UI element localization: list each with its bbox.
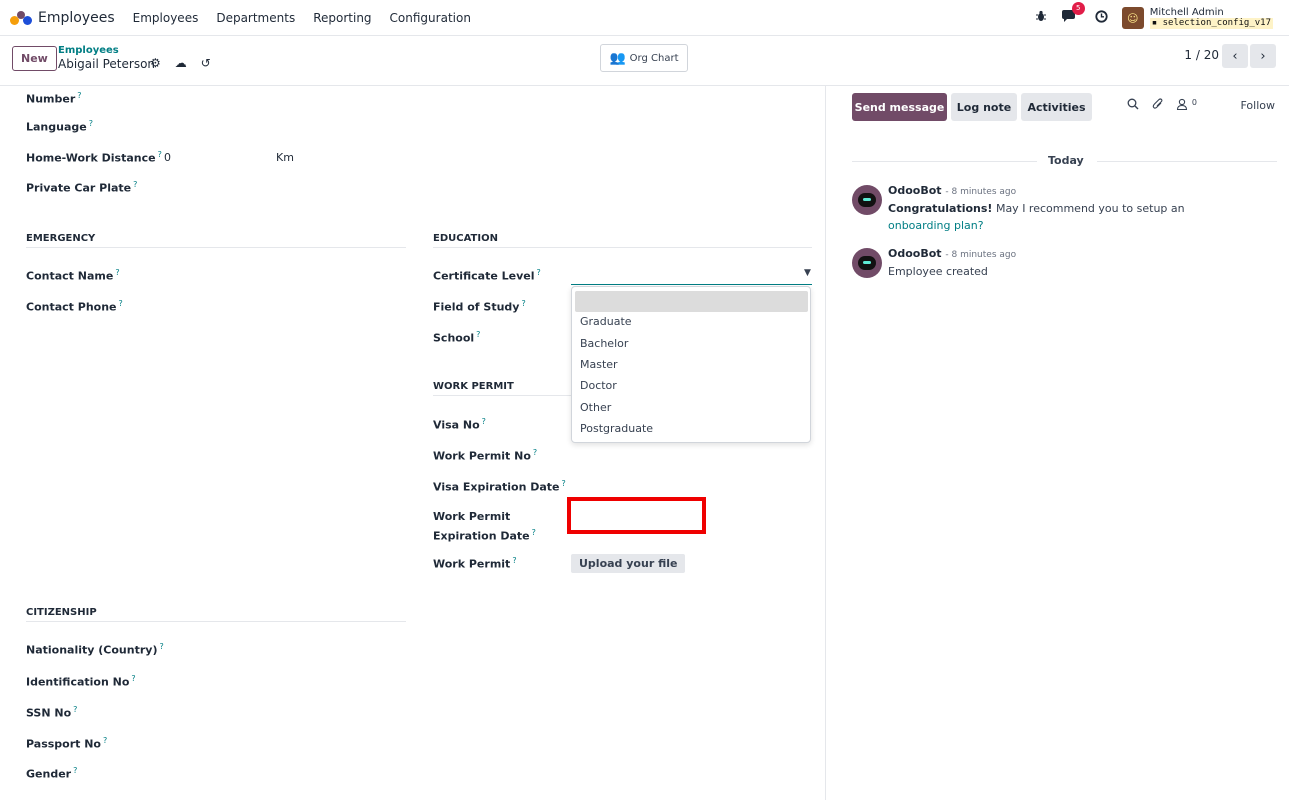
menu-reporting[interactable]: Reporting <box>313 11 371 25</box>
message-body: Congratulations! May I recommend you to … <box>888 202 1185 232</box>
message-time: - 8 minutes ago <box>945 187 1017 197</box>
message-count-badge: 5 <box>1071 1 1085 15</box>
highlight-box <box>567 497 706 534</box>
dropdown-option[interactable]: Master <box>580 358 618 371</box>
education-divider <box>433 247 812 248</box>
new-button[interactable]: New <box>12 46 57 71</box>
nationality-label: Nationality (Country)? <box>26 642 164 657</box>
message-author[interactable]: OdooBot - 8 minutes ago <box>888 184 1016 197</box>
org-chart-button[interactable]: 👥 Org Chart <box>600 44 688 72</box>
control-panel: New Employees Abigail Peterson ⚙ ☁ ↺ 👥 O… <box>0 36 1289 86</box>
bug-icon[interactable] <box>1035 10 1047 26</box>
identification-no-label: Identification No? <box>26 674 136 689</box>
gender-label: Gender? <box>26 766 78 781</box>
employee-form: Number? Language? Home-Work Distance? 0 … <box>0 86 826 800</box>
message-body: Employee created <box>888 265 988 278</box>
certificate-level-label: Certificate Level? <box>433 268 541 283</box>
dropdown-option-highlighted[interactable]: Postgraduate <box>580 422 653 435</box>
paperclip-icon[interactable] <box>1152 98 1164 113</box>
contact-phone-label: Contact Phone? <box>26 299 123 314</box>
follow-button[interactable]: Follow <box>1240 99 1275 112</box>
visa-expiration-date-label: Visa Expiration Date? <box>433 479 566 494</box>
today-separator: Today <box>1048 154 1084 167</box>
ssn-no-label: SSN No? <box>26 705 78 720</box>
dropdown-option-empty[interactable] <box>575 291 808 312</box>
work-permit-label: Work Permit? <box>433 556 517 571</box>
org-chart-label: Org Chart <box>629 52 679 64</box>
user-menu[interactable]: Mitchell Admin ▪ selection_config_v17 <box>1149 7 1273 29</box>
chevron-left-icon: ‹ <box>1232 48 1238 64</box>
user-name: Mitchell Admin <box>1149 7 1224 18</box>
employees-app-icon <box>10 10 32 26</box>
school-label: School? <box>433 330 481 345</box>
upload-file-button[interactable]: Upload your file <box>571 554 686 573</box>
save-cloud-icon[interactable]: ☁ <box>175 56 187 70</box>
caret-down-icon[interactable]: ▼ <box>804 268 811 278</box>
citizenship-section-title: CITIZENSHIP <box>26 607 97 618</box>
work-permit-expiration-label-line1: Work Permit <box>433 510 511 523</box>
private-car-plate-label: Private Car Plate? <box>26 180 138 195</box>
pager-previous-button[interactable]: ‹ <box>1222 44 1248 68</box>
chevron-right-icon: › <box>1260 48 1266 64</box>
citizenship-divider <box>26 621 406 622</box>
chatter-panel: Send message Log note Activities 0 Follo… <box>827 86 1289 800</box>
certificate-level-dropdown: Graduate Bachelor Master Doctor Other Po… <box>571 286 811 443</box>
clock-icon[interactable] <box>1095 9 1108 27</box>
user-avatar[interactable]: ☺ <box>1121 7 1144 29</box>
org-chart-icon: 👥 <box>609 50 626 66</box>
today-divider-right <box>1097 161 1277 162</box>
work-permit-expiration-label-line2: Expiration Date? <box>433 528 536 543</box>
dropdown-option[interactable]: Other <box>580 401 611 414</box>
activities-button[interactable]: Activities <box>1021 93 1092 121</box>
number-label: Number? <box>26 91 82 106</box>
breadcrumb-current: Abigail Peterson <box>58 57 156 71</box>
home-work-distance-input[interactable]: 0 <box>164 151 171 164</box>
dropdown-option[interactable]: Bachelor <box>580 337 628 350</box>
search-icon[interactable] <box>1127 98 1139 113</box>
emergency-divider <box>26 247 406 248</box>
pager-next-button[interactable]: › <box>1250 44 1276 68</box>
send-message-button[interactable]: Send message <box>852 93 947 121</box>
work-permit-divider <box>433 395 571 396</box>
visa-no-label: Visa No? <box>433 417 486 432</box>
work-permit-no-label: Work Permit No? <box>433 448 538 463</box>
breadcrumb-parent[interactable]: Employees <box>58 45 119 56</box>
message-time: - 8 minutes ago <box>945 250 1017 260</box>
log-note-button[interactable]: Log note <box>951 93 1017 121</box>
menu-configuration[interactable]: Configuration <box>390 11 471 25</box>
followers-icon[interactable]: 0 <box>1176 98 1197 113</box>
app-title[interactable]: Employees <box>38 10 115 26</box>
menu-employees[interactable]: Employees <box>133 11 199 25</box>
chat-icon[interactable]: 5 <box>1061 1 1085 27</box>
dropdown-option[interactable]: Doctor <box>580 379 617 392</box>
odoobot-avatar[interactable] <box>852 185 882 215</box>
followers-count: 0 <box>1191 98 1197 107</box>
contact-name-label: Contact Name? <box>26 268 120 283</box>
menu-departments[interactable]: Departments <box>216 11 295 25</box>
app-brand[interactable]: Employees <box>10 10 133 26</box>
education-section-title: EDUCATION <box>433 233 498 244</box>
database-name: ▪ selection_config_v17 <box>1149 18 1273 29</box>
language-label: Language? <box>26 119 93 134</box>
work-permit-section-title: WORK PERMIT <box>433 381 514 392</box>
top-navbar: Employees Employees Departments Reportin… <box>0 0 1289 36</box>
dropdown-option[interactable]: Graduate <box>580 315 632 328</box>
certificate-level-select[interactable] <box>571 284 812 285</box>
passport-no-label: Passport No? <box>26 736 108 751</box>
gear-icon[interactable]: ⚙ <box>150 56 161 70</box>
odoobot-avatar[interactable] <box>852 248 882 278</box>
field-of-study-label: Field of Study? <box>433 299 526 314</box>
discard-icon[interactable]: ↺ <box>201 56 211 70</box>
onboarding-plan-link[interactable]: onboarding plan? <box>888 219 984 232</box>
message-author[interactable]: OdooBot - 8 minutes ago <box>888 247 1016 260</box>
home-work-distance-label: Home-Work Distance? <box>26 150 162 165</box>
pager-value[interactable]: 1 / 20 <box>1184 48 1219 62</box>
today-divider-left <box>852 161 1037 162</box>
emergency-section-title: EMERGENCY <box>26 233 96 244</box>
distance-unit: Km <box>276 151 294 164</box>
